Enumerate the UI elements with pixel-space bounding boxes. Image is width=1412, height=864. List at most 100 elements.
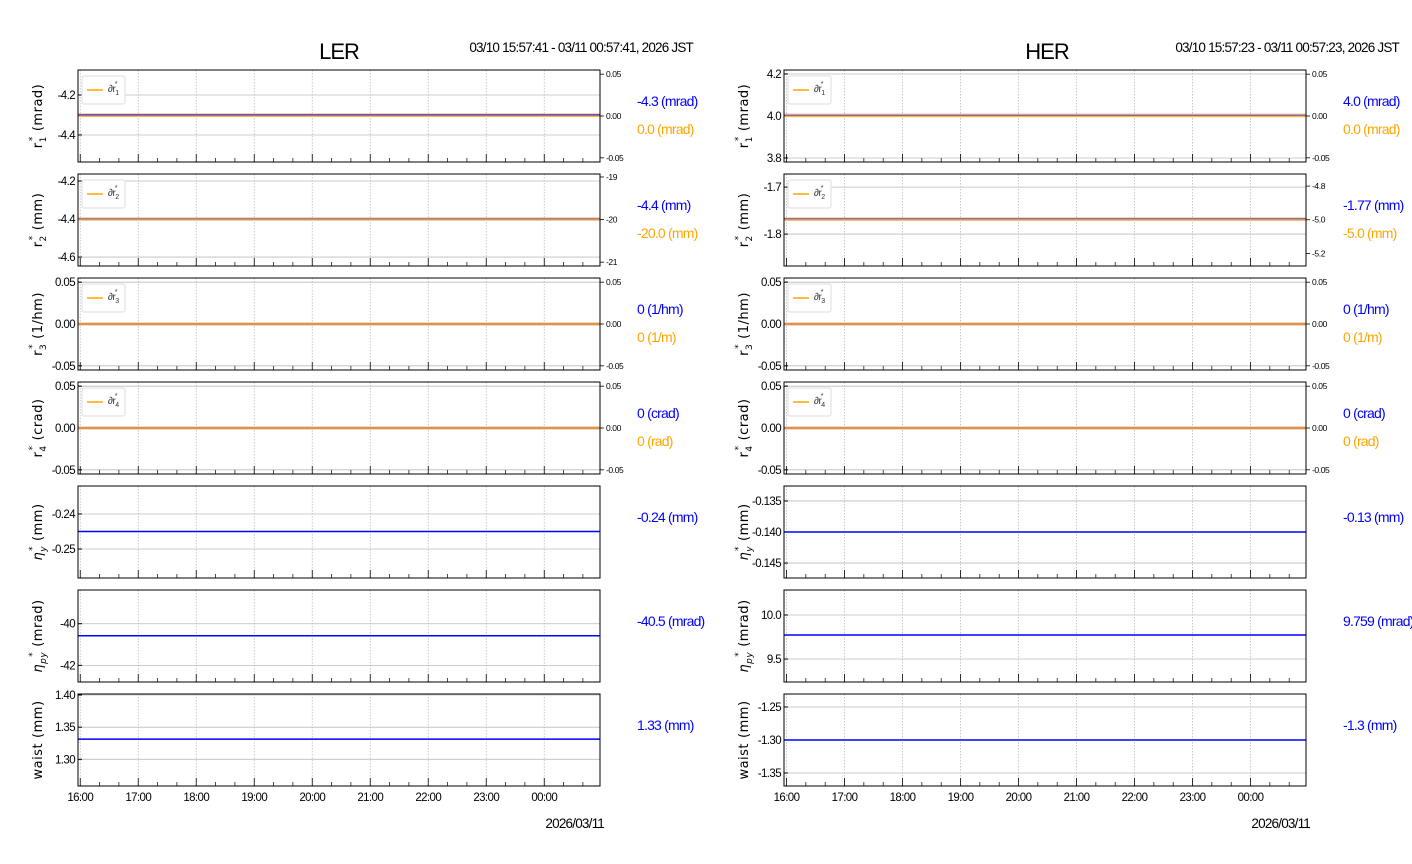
right-y-tick-label: -0.05 [606,153,624,163]
right-y-tick-label: -0.05 [1312,465,1330,475]
legend-subscript: 3 [821,298,825,305]
value-readout: -0.13 (mm) [1343,509,1404,525]
y-tick-label: -0.05 [52,361,75,373]
x-tick-label: 21:00 [357,792,383,804]
y-tick-label: -0.05 [758,465,781,477]
y-label-superscript: * [28,136,38,141]
legend: ∂r2* [787,179,832,209]
y-tick-label: 0.00 [761,319,781,331]
panel-6: -40 -42 ηpy* (mrad) -40.5 (mrad) [28,589,705,683]
y-tick-label: 9.5 [767,654,781,666]
y-tick-label: -4.6 [58,252,76,264]
y-label-unit: (mrad) [31,599,46,646]
y-axis-label: waist (mm) [737,700,752,779]
beam-monitor-figure: LER 03/10 15:57:41 - 03/11 00:57:41, 2026… [28,39,1412,831]
axes-frame [783,589,1307,683]
y-label-subscript: 1 [745,136,755,142]
y-tick-label: -4.4 [58,214,77,226]
panel-2: -4.2-4.4-4.6-19-20-21∂r2*r2*(mm) -4.4 (mm… [28,172,698,267]
x-tick-label: 19:00 [948,792,974,804]
value-readout: -5.0 (mm) [1343,225,1397,241]
y-label-symbol: η [31,664,46,673]
y-tick-label: -0.25 [52,544,75,556]
x-tick-label: 23:00 [473,792,499,804]
y-label-subscript: 4 [745,445,755,451]
y-label-subscript: py [745,652,755,665]
x-tick-label: 00:00 [1238,792,1264,804]
y-tick-label: -4.2 [58,176,76,188]
y-tick-label: -1.8 [764,229,782,241]
x-tick-label: 20:00 [1006,792,1032,804]
y-label-unit: (crad) [31,399,46,441]
value-readout: 0 (crad) [1343,405,1385,421]
y-tick-label: 0.05 [55,277,75,289]
value-readout: -0.24 (mm) [637,509,698,525]
legend: ∂r2* [81,179,126,209]
y-label-subscript: 2 [39,235,49,241]
y-tick-label: -0.05 [758,361,781,373]
y-tick-label: -0.145 [752,558,781,570]
y-tick-label: 0.05 [761,381,781,393]
y-tick-label: -42 [60,660,75,672]
panel-6: 10.0 9.5 ηpy* (mrad) 9.759 (mrad) [734,589,1412,683]
y-label-subscript: py [39,652,49,665]
y-axis-label: waist (mm) [31,700,46,779]
y-label-subscript: 4 [39,445,49,451]
right-y-tick-label: 0.00 [606,319,622,329]
x-tick-label: 21:00 [1064,792,1090,804]
y-label-symbol: η [737,552,752,561]
value-readout: 0.0 (mrad) [1343,121,1400,137]
x-tick-label: 22:00 [415,792,441,804]
panel-2: -1.7-1.8-4.8-5.0-5.2∂r2*r2*(mm) -1.77 (mm… [734,173,1404,267]
y-axis-label: ηpy* (mrad) [28,599,49,672]
y-tick-label: 1.40 [55,690,75,702]
chart-ler: LER 03/10 15:57:41 - 03/11 00:57:41, 2026… [28,39,705,831]
y-label-superscript: * [734,652,744,657]
value-readout: 0 (rad) [1343,433,1379,449]
y-tick-label: 4.2 [767,69,781,81]
y-label-superscript: * [734,445,744,450]
legend-subscript: 2 [115,194,119,201]
x-tick-label: 20:00 [299,792,325,804]
y-label-subscript: y [39,546,49,553]
y-axis-label: r3*(1/hm) [28,292,49,356]
y-label-unit: (mm) [737,700,752,737]
y-label-unit: (mm) [737,503,752,540]
legend: ∂r1* [81,75,126,105]
y-label-unit: (mrad) [737,599,752,646]
right-y-tick-label: -20 [606,215,618,225]
legend: ∂r3* [81,283,126,313]
y-label-symbol: η [31,552,46,561]
axes-frame [77,693,601,787]
value-readout: 4.0 (mrad) [1343,93,1400,109]
y-label-superscript: * [28,344,38,349]
right-y-tick-label: -5.2 [1312,248,1326,258]
x-tick-label: 17:00 [125,792,151,804]
y-label-superscript: * [734,344,744,349]
y-label-symbol: waist [737,743,752,780]
y-tick-label: 10.0 [761,610,781,622]
right-y-tick-label: 0.05 [1312,381,1328,391]
y-label-superscript: * [734,235,744,240]
right-y-tick-label: 0.05 [1312,277,1328,287]
value-readout: -1.77 (mm) [1343,197,1404,213]
y-tick-label: -0.135 [752,496,781,508]
panel-1: 4.24.03.80.050.00-0.05∂r1*r1*(mrad) 4.0 (… [734,69,1401,165]
legend-subscript: 4 [115,402,119,409]
y-axis-label: r2*(mm) [734,193,755,248]
y-label-unit: (mrad) [737,84,752,131]
value-readout: -40.5 (mrad) [637,613,705,629]
panel-4: 0.050.00-0.050.050.00-0.05∂r4*r4*(crad) 0… [28,381,680,477]
x-tick-label: 23:00 [1180,792,1206,804]
y-label-unit: (crad) [737,399,752,441]
y-label-unit: (1/hm) [31,292,46,339]
y-tick-label: -4.4 [58,130,77,142]
panel-3: 0.050.00-0.050.050.00-0.05∂r3*r3*(1/hm) 0… [734,277,1390,373]
y-tick-label: -1.25 [758,702,781,714]
panel-3: 0.050.00-0.050.050.00-0.05∂r3*r3*(1/hm) 0… [28,277,684,373]
panel-7: -1.25 -1.30 -1.35 waist (mm) -1.3 (mm) 16:00 17… [737,693,1397,804]
chart-her: HER 03/10 15:57:23 - 03/11 00:57:23, 2026… [734,39,1412,831]
x-tick-label: 18:00 [890,792,916,804]
y-tick-label: -4.2 [58,90,76,102]
x-tick-label: 22:00 [1122,792,1148,804]
